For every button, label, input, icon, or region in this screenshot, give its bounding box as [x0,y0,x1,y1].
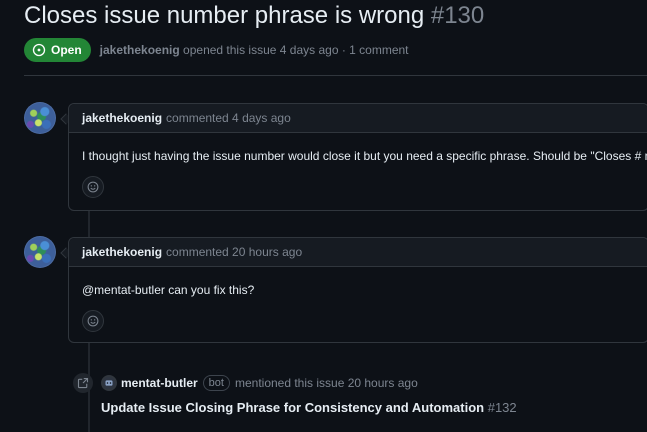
comment-header: jakethekoenig commented 20 hours ago [69,238,647,267]
bot-avatar[interactable] [101,375,117,391]
issue-opened-detail: opened this issue 4 days ago · 1 comment [183,43,409,57]
pull-request-link[interactable]: Update Issue Closing Phrase for Consiste… [101,400,517,415]
status-badge: Open [24,38,91,62]
pull-request-title[interactable]: Update Issue Closing Phrase for Consiste… [101,400,484,415]
issue-opened-text: jakethekoenig opened this issue 4 days a… [100,43,409,57]
pull-request-number[interactable]: #132 [488,400,517,415]
comment-box: jakethekoenig commented 20 hours ago @me… [68,237,647,343]
comment-box: jakethekoenig commented 4 days ago I tho… [68,103,647,211]
mention-author-link[interactable]: mentat-butler [121,376,198,390]
avatar[interactable] [24,236,56,268]
issue-title-text: Closes issue number phrase is wrong [24,2,425,29]
comment-timestamp[interactable]: commented 4 days ago [166,111,291,125]
issue-open-icon [32,43,46,57]
issue-author-link[interactable]: jakethekoenig [100,43,180,57]
mention-action[interactable]: mentioned this issue 20 hours ago [235,376,418,390]
smiley-icon [87,181,99,193]
add-reaction-button[interactable] [82,310,104,332]
mention-event: mentat-butler bot mentioned this issue 2… [101,374,418,392]
cross-reference-badge [73,373,93,393]
comment-header: jakethekoenig commented 4 days ago [69,104,647,133]
smiley-icon [87,315,99,327]
comment-body: @mentat-butler can you fix this? [82,283,255,297]
cross-reference-icon [77,377,89,389]
bot-badge: bot [202,375,230,391]
issue-meta: Open jakethekoenig opened this issue 4 d… [24,37,409,63]
issue-title: Closes issue number phrase is wrong #130 [24,2,484,30]
add-reaction-button[interactable] [82,176,104,198]
comment-author-link[interactable]: jakethekoenig [82,111,162,125]
bot-face-icon [102,376,116,390]
avatar[interactable] [24,102,56,134]
issue-number: #130 [430,2,485,29]
status-label: Open [51,43,82,57]
header-divider [24,75,647,76]
comment-body: I thought just having the issue number w… [82,149,647,163]
comment-timestamp[interactable]: commented 20 hours ago [166,245,302,259]
comment-author-link[interactable]: jakethekoenig [82,245,162,259]
